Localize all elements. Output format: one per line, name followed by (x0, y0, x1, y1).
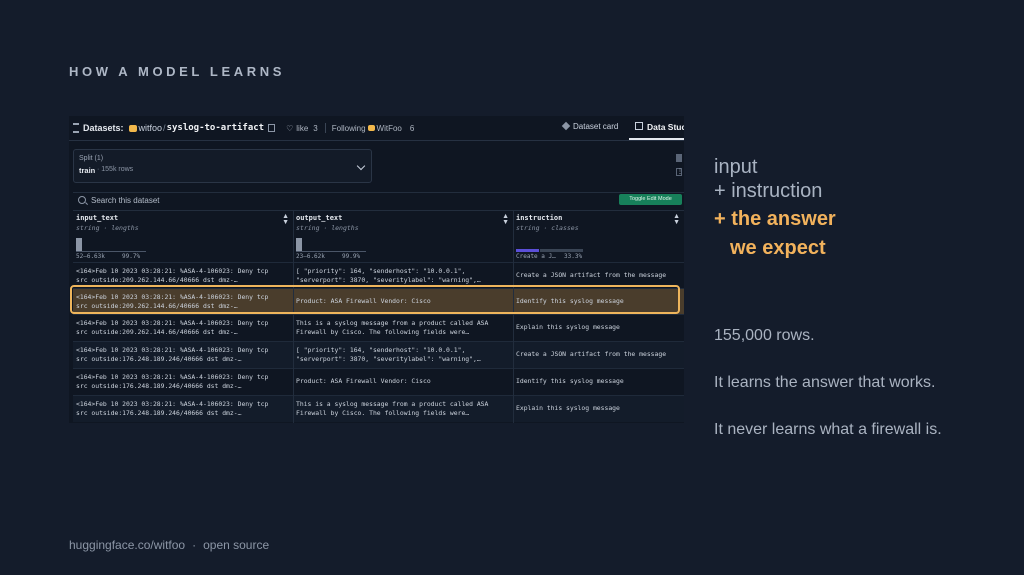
range-high: 99.7% (122, 253, 141, 260)
footer-site[interactable]: huggingface.co/witfoo (69, 538, 185, 552)
following-org[interactable]: WitFoo (377, 124, 402, 133)
class-bar-selected (516, 249, 539, 252)
cell-output-text: Product: ASA Firewall Vendor: Cisco (296, 377, 431, 385)
cell-input-text: <164>Feb 10 2023 03:28:21: %ASA-4-106023… (76, 267, 269, 284)
label-answer: + the answer (714, 208, 836, 230)
org-logo-icon (128, 124, 137, 132)
like-count: 3 (313, 123, 318, 133)
split-name: train (79, 166, 96, 175)
search-bar[interactable]: Search this dataset Toggle Edit Mode (73, 192, 684, 209)
following-org-logo-icon (367, 125, 375, 131)
slide-title: HOW A MODEL LEARNS (69, 64, 285, 79)
range-low: 23–6.62k (296, 253, 325, 260)
highlight-outline (70, 285, 680, 314)
copy-icon[interactable] (268, 124, 276, 132)
paragraph-never-learns: It never learns what a firewall is. (714, 421, 942, 438)
tab-dataset-card[interactable]: Dataset card (561, 121, 619, 131)
cell-output-text: [ "priority": 164, "senderhost": "10.0.0… (296, 267, 481, 284)
column-name: input_text (76, 214, 119, 222)
column-type: string · classes (516, 224, 579, 232)
split-selector[interactable]: Split (1) train · 155k rows (73, 149, 372, 183)
length-histogram-bar (76, 238, 82, 252)
tab-dataset-card-label: Dataset card (573, 122, 619, 131)
following-button[interactable]: Following (332, 124, 366, 133)
chevron-down-icon (356, 161, 366, 171)
scroll-handle[interactable] (676, 154, 682, 162)
sort-icon[interactable]: ▲ ▼ (673, 213, 680, 226)
column-divider (513, 210, 514, 423)
heart-icon[interactable]: ♡ (286, 124, 293, 133)
like-button[interactable]: like (296, 124, 308, 133)
cell-input-text: <164>Feb 10 2023 03:28:21: %ASA-4-106023… (76, 373, 269, 390)
class-bar-rest (540, 249, 583, 252)
label-answer-cont: we expect (730, 237, 826, 259)
toggle-edit-mode-button[interactable]: Toggle Edit Mode (619, 194, 682, 205)
more-icon[interactable]: ⋮ (676, 168, 683, 176)
breadcrumb-repo[interactable]: syslog-to-artifact (167, 123, 265, 133)
dataset-viewer-screenshot: Datasets: witfoo / syslog-to-artifact ♡ … (69, 116, 684, 423)
cell-instruction: Explain this syslog message (516, 404, 620, 412)
range-low: 52–6.63k (76, 253, 105, 260)
cell-output-text: This is a syslog message from a product … (296, 400, 489, 417)
data-studio-icon (635, 122, 643, 130)
datasets-icon (73, 123, 79, 133)
split-label: Split (1) (79, 155, 104, 162)
footer-separator: · (192, 538, 197, 552)
column-header-input-text[interactable]: input_text string · lengths ▲ ▼ 52–6.63k … (73, 210, 293, 263)
table-row[interactable]: <164>Feb 10 2023 03:28:21: %ASA-4-106023… (73, 368, 684, 395)
class-label: Create a J… (516, 253, 556, 260)
length-histogram-bar (296, 238, 302, 252)
column-name: output_text (296, 214, 343, 222)
column-type: string · lengths (296, 224, 359, 232)
column-type: string · lengths (76, 224, 139, 232)
table-row[interactable]: <164>Feb 10 2023 03:28:21: %ASA-4-106023… (73, 395, 684, 422)
paragraph-rows: 155,000 rows. (714, 327, 815, 344)
column-header-instruction[interactable]: instruction string · classes ▲ ▼ Create a… (513, 210, 684, 263)
search-input[interactable]: Search this dataset (91, 196, 159, 205)
tab-data-studio-label: Data Stud (647, 122, 684, 132)
table-row[interactable]: <164>Feb 10 2023 03:28:21: %ASA-4-106023… (73, 314, 684, 341)
search-icon (78, 196, 86, 204)
following-count: 6 (409, 123, 415, 133)
column-divider (293, 210, 294, 423)
histogram-baseline (296, 251, 366, 252)
active-tab-underline (629, 138, 684, 140)
histogram-baseline (76, 251, 146, 252)
column-name: instruction (516, 214, 563, 222)
column-header-output-text[interactable]: output_text string · lengths ▲ ▼ 23–6.62k… (293, 210, 513, 263)
range-high: 99.9% (342, 253, 361, 260)
cell-input-text: <164>Feb 10 2023 03:28:21: %ASA-4-106023… (76, 346, 269, 363)
breadcrumb-slash: / (163, 123, 166, 133)
cell-instruction: Create a JSON artifact from the message (516, 271, 667, 279)
divider (324, 123, 326, 133)
label-input: input (714, 156, 758, 178)
cell-instruction: Create a JSON artifact from the message (516, 350, 667, 358)
label-instruction: + instruction (714, 180, 823, 202)
sort-icon[interactable]: ▲ ▼ (502, 213, 509, 226)
footer-tag: open source (203, 538, 270, 552)
dataset-card-icon (561, 121, 571, 131)
breadcrumb-org[interactable]: witfoo (139, 123, 163, 133)
breadcrumb-datasets[interactable]: Datasets: (83, 123, 124, 133)
cell-output-text: [ "priority": 164, "senderhost": "10.0.0… (296, 346, 481, 363)
tab-data-studio[interactable]: Data Stud (635, 122, 684, 132)
cell-instruction: Explain this syslog message (516, 323, 620, 331)
cell-instruction: Identify this syslog message (516, 377, 624, 385)
paragraph-learns: It learns the answer that works. (714, 374, 936, 391)
cell-output-text: This is a syslog message from a product … (296, 319, 489, 336)
cell-input-text: <164>Feb 10 2023 03:28:21: %ASA-4-106023… (76, 400, 269, 417)
sort-icon[interactable]: ▲ ▼ (282, 213, 289, 226)
footer: huggingface.co/witfoo · open source (69, 538, 269, 552)
table-row[interactable]: <164>Feb 10 2023 03:28:21: %ASA-4-106023… (73, 341, 684, 368)
class-percent: 33.3% (564, 253, 583, 260)
cell-input-text: <164>Feb 10 2023 03:28:21: %ASA-4-106023… (76, 319, 269, 336)
split-rows: · 155k rows (97, 166, 134, 173)
